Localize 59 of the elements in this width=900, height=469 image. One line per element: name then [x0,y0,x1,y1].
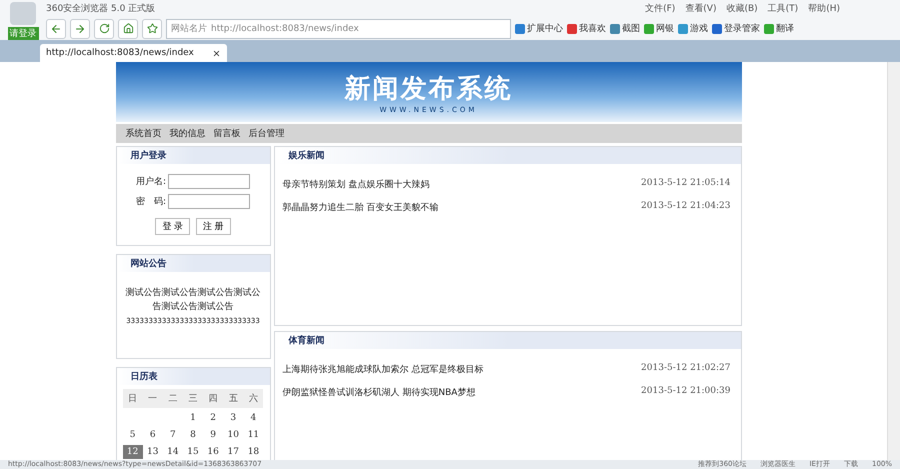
menu-item[interactable]: 工具(T) [768,2,798,15]
weekday-label: 五 [223,389,244,408]
calendar-day[interactable]: 9 [203,428,224,442]
toolbar-button[interactable]: 我喜欢 [567,22,606,35]
toolbar-button[interactable]: 翻译 [764,22,794,35]
calendar-day[interactable]: 4 [243,411,264,425]
calendar-day[interactable]: 14 [162,445,183,459]
calendar-day[interactable]: 2 [203,411,224,425]
news-time: 2013-5-12 21:00:39 [641,386,730,398]
banner-title: 新闻发布系统 [344,72,512,106]
notice-text: 测试公告测试公告测试公告测试公告测试公告测试公告 [124,286,262,314]
nav-link[interactable]: 留言板 [214,127,240,140]
calendar-day[interactable]: 18 [243,445,264,459]
weekday-label: 日 [122,389,143,408]
login-link[interactable]: 请登录 [8,27,38,40]
calendar-day[interactable]: 7 [162,428,183,442]
toolbar-button[interactable]: 网银 [644,22,674,35]
toolbar-button[interactable]: 扩展中心 [515,22,563,35]
calendar-day[interactable]: 13 [142,445,163,459]
menu-item[interactable]: 文件(F) [645,2,676,15]
weekday-label: 四 [203,389,224,408]
weekday-label: 三 [182,389,204,408]
news-time: 2013-5-12 21:05:14 [641,178,730,190]
news-time: 2013-5-12 21:04:23 [641,201,730,213]
window-title: 360安全浏览器 5.0 正式版 [46,2,156,15]
browser-tab[interactable]: http://localhost:8083/news/index [40,44,227,62]
calendar-day[interactable]: 1 [182,411,204,425]
toolbar-button[interactable]: 登录管家 [712,22,760,35]
field-label: 密 码: [136,196,166,208]
calendar-day[interactable]: 12 [122,445,143,459]
nav-link[interactable]: 系统首页 [126,127,162,140]
calendar-day[interactable]: 5 [122,428,143,442]
news-link[interactable]: 上海期待张兆旭能成球队加索尔 总冠军是终极目标 [282,363,484,376]
nav-link[interactable]: 后台管理 [248,127,284,140]
calendar-day[interactable]: 6 [142,428,163,442]
field-label: 用户名: [136,176,166,188]
news-link[interactable]: 母亲节特别策划 盘点娱乐圈十大辣妈 [282,178,430,191]
form-button[interactable]: 登 录 [155,218,190,235]
calendar-day[interactable]: 8 [182,428,204,442]
calendar-day[interactable]: 11 [243,428,264,442]
news-link[interactable]: 伊朗监狱怪兽试训洛杉矶湖人 期待实现NBA梦想 [282,386,476,399]
menu-item[interactable]: 帮助(H) [808,2,840,15]
calendar-day[interactable]: 15 [182,445,204,459]
news-time: 2013-5-12 21:02:27 [641,363,730,375]
menu-item[interactable]: 收藏(B) [726,2,758,15]
toolbar-button[interactable]: 游戏 [678,22,708,35]
weekday-label: 六 [243,389,264,408]
news-link[interactable]: 郭晶晶努力追生二胎 百变女王美貌不输 [282,201,438,214]
address-bar[interactable]: 网站名片 http://localhost:8083/news/index [166,18,511,38]
nav-link[interactable]: 我的信息 [170,127,206,140]
weekday-label: 二 [162,389,183,408]
calendar-day[interactable]: 17 [223,445,244,459]
menu-item[interactable]: 查看(V) [685,2,716,15]
form-button[interactable]: 注 册 [196,218,231,235]
calendar-day[interactable]: 3 [223,411,244,425]
weekday-label: 一 [142,389,163,408]
toolbar-button[interactable]: 截图 [610,22,640,35]
calendar-day[interactable]: 16 [203,445,224,459]
calendar-day[interactable]: 10 [223,428,244,442]
